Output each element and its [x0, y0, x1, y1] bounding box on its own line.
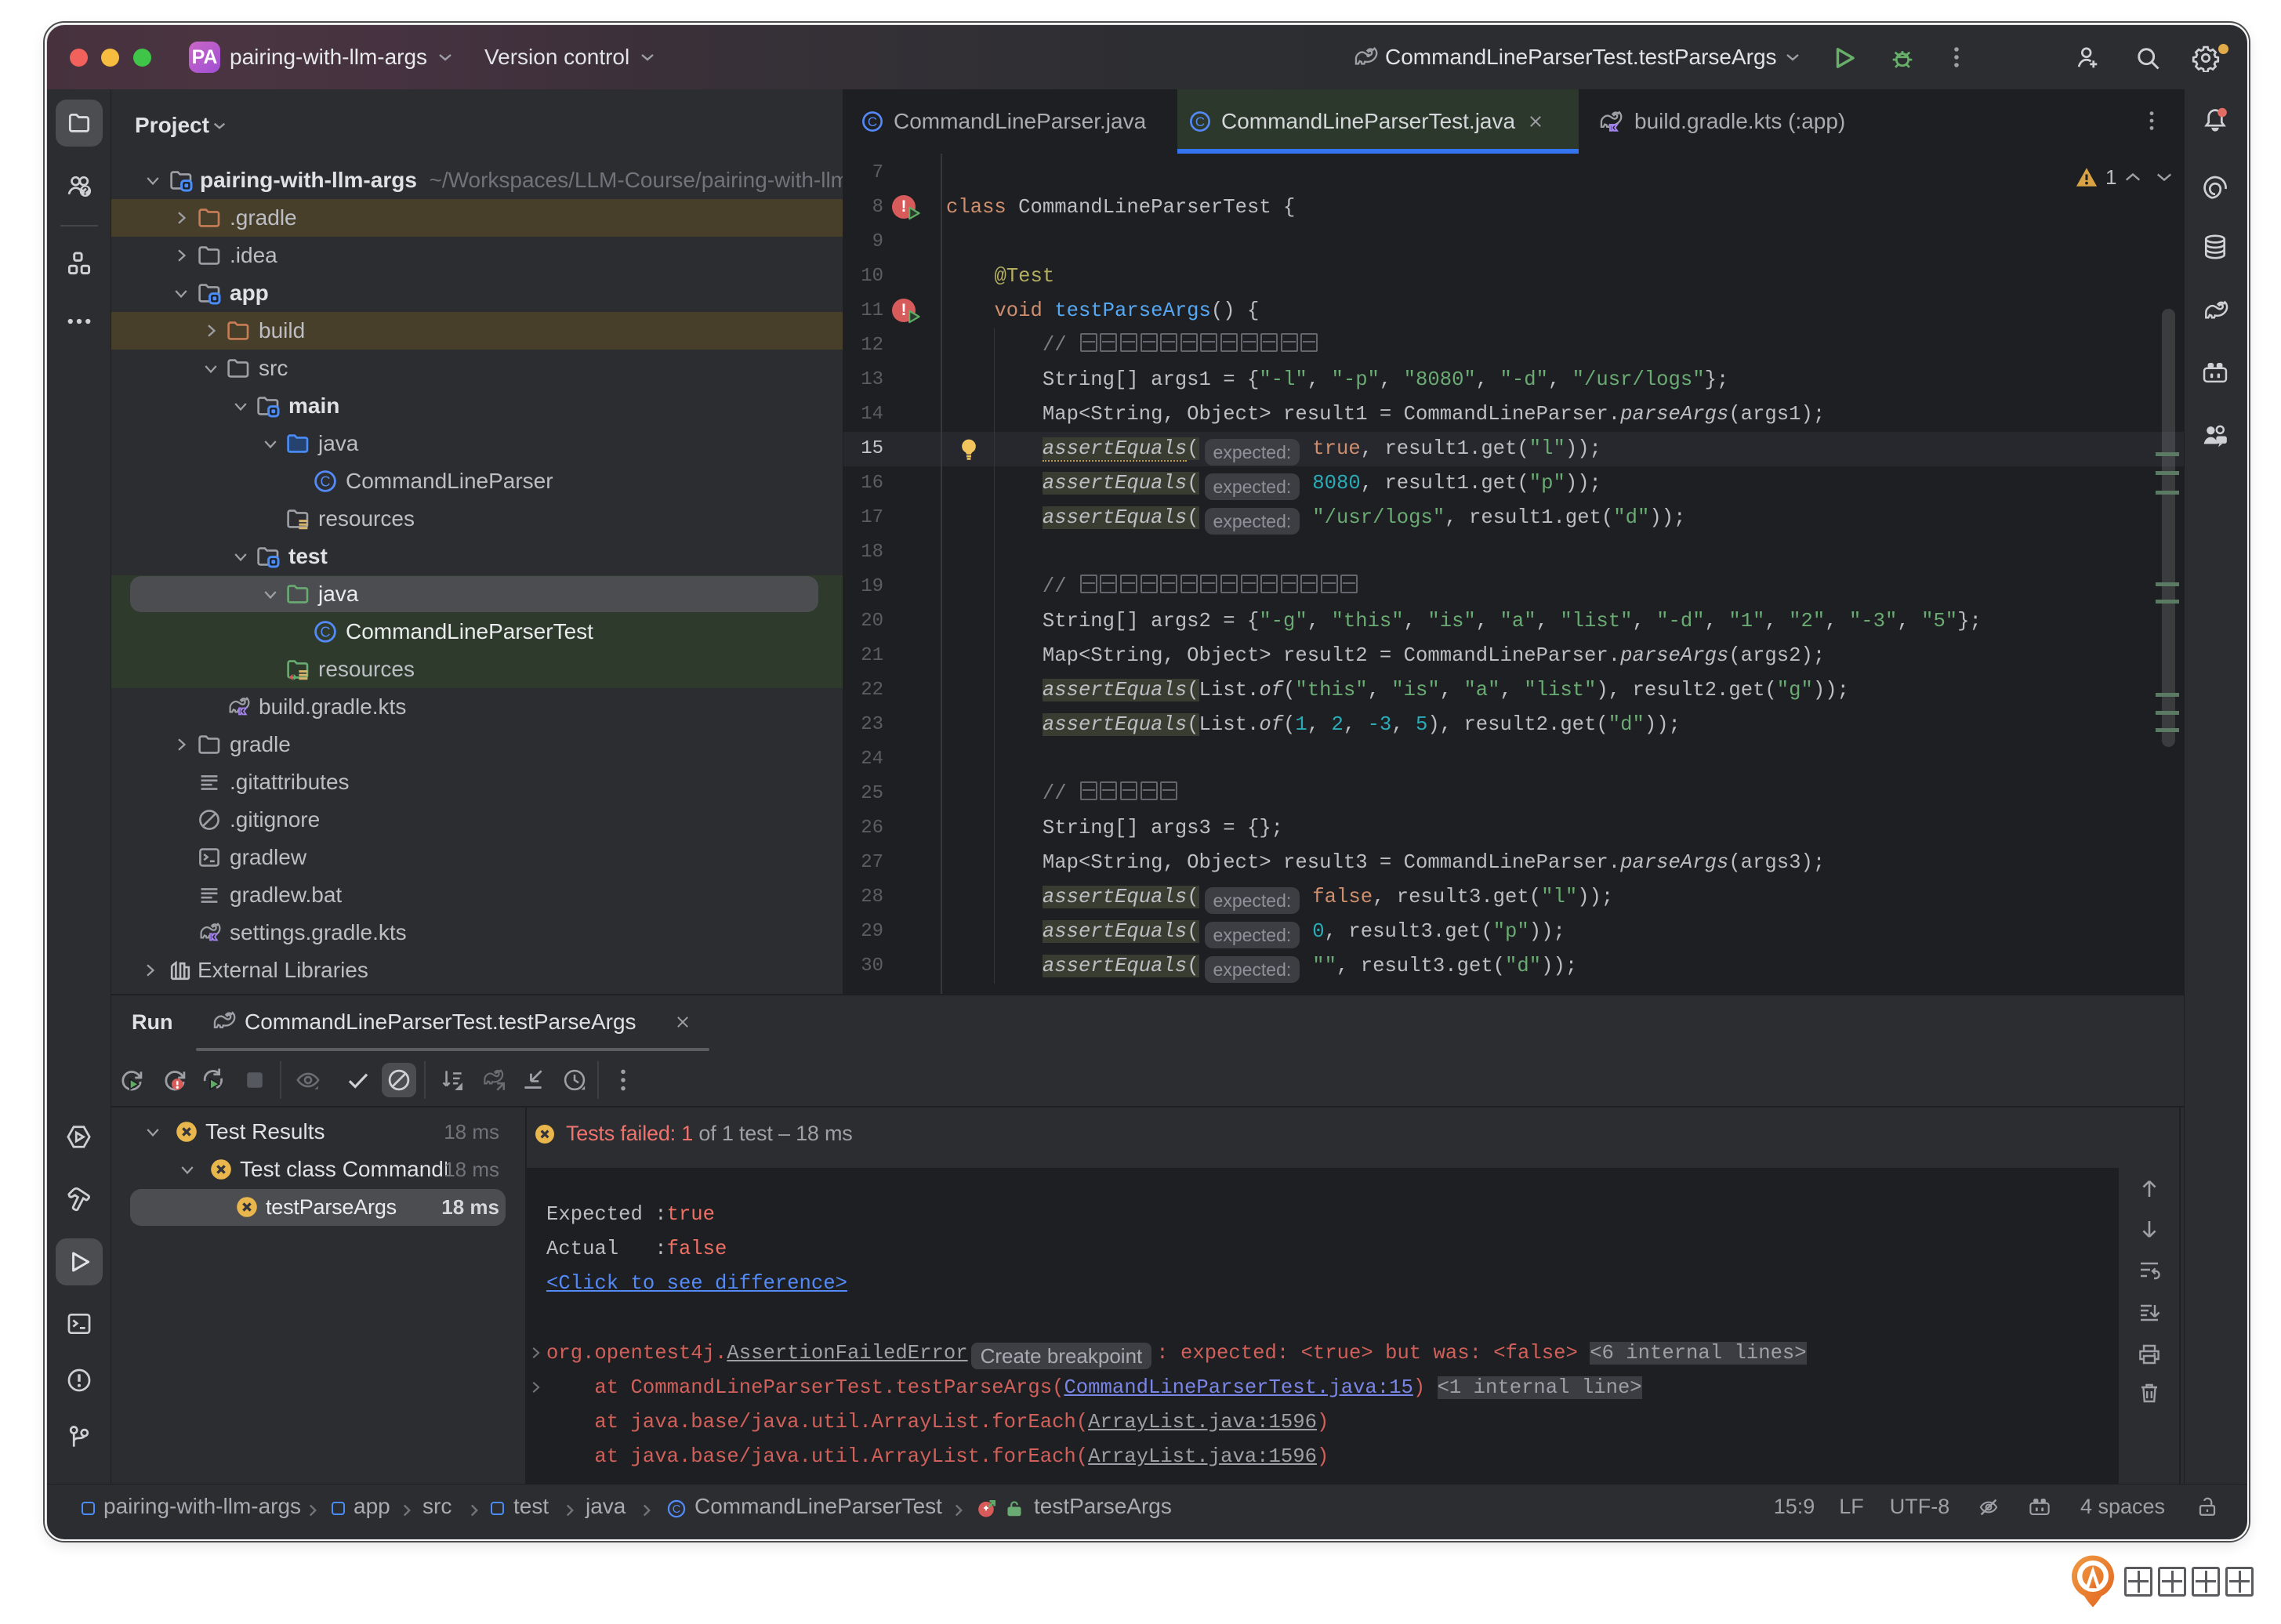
svg-text:C: C	[321, 473, 331, 489]
svg-text:C: C	[673, 1503, 681, 1516]
svg-text:C: C	[321, 624, 331, 640]
svg-text:?: ?	[82, 185, 89, 198]
svg-text:C: C	[1195, 114, 1205, 129]
svg-text:C: C	[868, 114, 877, 129]
